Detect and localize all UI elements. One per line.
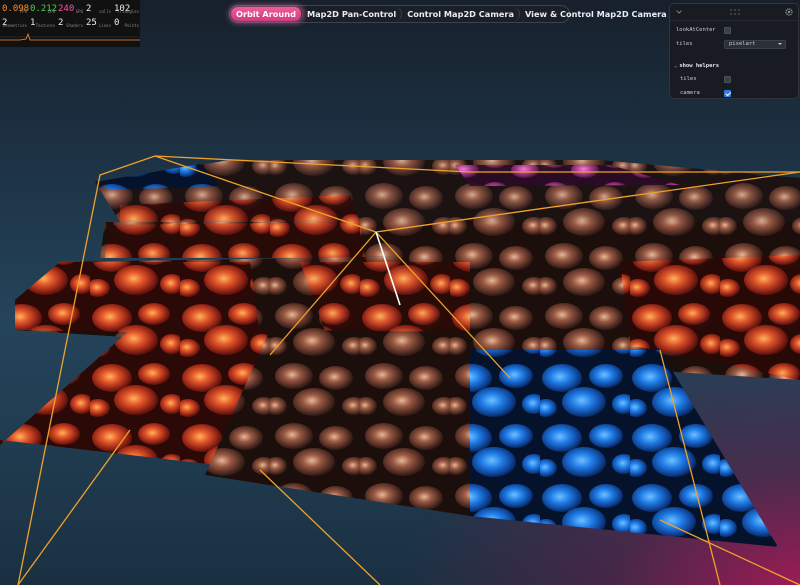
stat-points: 0 Points (114, 18, 139, 29)
camera-mode-tabs: Orbit Around Map2D Pan-Control Control M… (229, 5, 667, 23)
controls-panel-header[interactable] (670, 4, 798, 21)
tile-layer-front (0, 330, 778, 547)
lookatcenter-checkbox[interactable] (724, 26, 731, 34)
stat-geometries: 2 Geometries (2, 18, 27, 29)
stat-shaders: 2 Shaders (58, 18, 83, 29)
tab-control-map2d-camera[interactable]: Control Map2D Camera (402, 7, 520, 21)
folder-chevron-icon: ⌄ (674, 63, 678, 69)
settings-icon[interactable] (785, 8, 793, 16)
helper-tiles[interactable]: tiles (680, 74, 792, 84)
chevron-down-icon (778, 43, 782, 45)
controls-panel: lookAtCenter tiles pixelart ⌄ show helpe… (669, 3, 799, 99)
tab-orbit-around[interactable]: Orbit Around (231, 7, 302, 21)
folder-show-helpers[interactable]: ⌄ show helpers (674, 61, 792, 71)
tab-map2d-pan-control[interactable]: Map2D Pan-Control (302, 7, 403, 21)
tile-layer-far (95, 160, 800, 222)
stat-triangles: 102 Triangles (114, 4, 139, 15)
helper-camera-checkbox[interactable] (724, 89, 731, 97)
fps-sparkline (0, 32, 140, 41)
stat-lines: 25 Lines (86, 18, 111, 29)
stat-gpu: 240 GPU (58, 4, 83, 15)
helper-camera[interactable]: camera (680, 88, 792, 98)
control-tiles[interactable]: tiles pixelart (676, 39, 792, 49)
collapse-icon[interactable] (676, 10, 682, 14)
stat-textures: 1 Textures (30, 18, 55, 29)
drag-handle-icon[interactable] (730, 9, 740, 15)
stats-panel: 0.098 FPS 0.212 CPU 240 GPU 2 calls 102 Trian… (0, 0, 140, 47)
tiles-select[interactable]: pixelart (724, 39, 786, 49)
control-lookatcenter[interactable]: lookAtCenter (676, 25, 792, 35)
tab-view-control-map2d-camera[interactable]: View & Control Map2D Camera (520, 7, 672, 21)
stat-cpu: 0.212 CPU (30, 4, 58, 15)
stat-calls: 2 calls (86, 4, 111, 15)
stat-fps: 0.098 FPS (2, 4, 30, 15)
helper-tiles-checkbox[interactable] (724, 75, 731, 83)
